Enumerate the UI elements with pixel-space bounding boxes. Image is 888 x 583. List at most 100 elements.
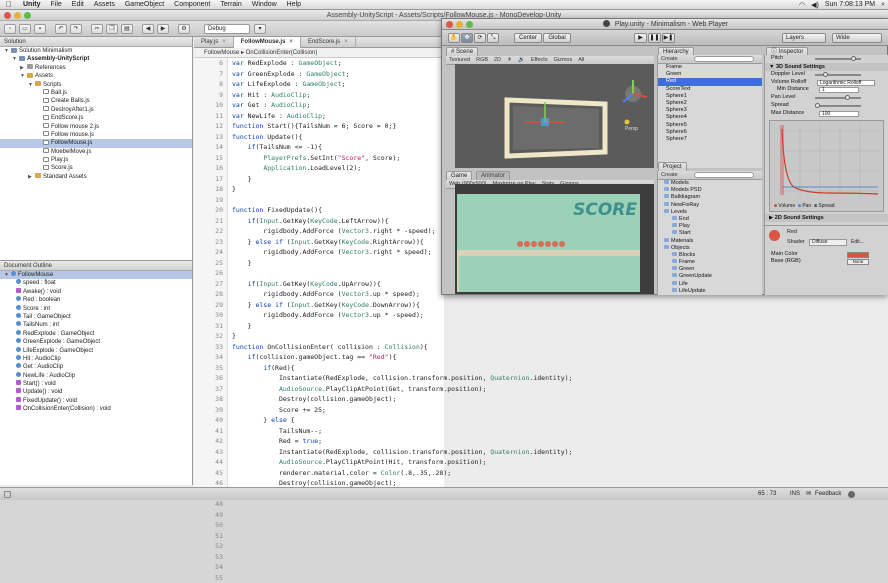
toggle-pads-icon[interactable] bbox=[4, 491, 11, 498]
code-line[interactable]: } bbox=[228, 321, 638, 332]
hierarchy-item[interactable]: Sphere4 bbox=[658, 114, 762, 121]
clock[interactable]: Sun 7:08:13 PM bbox=[822, 1, 878, 8]
disclosure-triangle-icon[interactable]: ▶ bbox=[20, 64, 27, 72]
3d-sound-settings-header[interactable]: ▼ 3D Sound Settings bbox=[765, 63, 888, 71]
redo-icon[interactable]: ↷ bbox=[70, 24, 82, 34]
tab-scene[interactable]: # Scene bbox=[446, 47, 478, 56]
user-status-icon[interactable] bbox=[848, 491, 855, 498]
outline-item[interactable]: OnCollisionEnter(Collision) : void bbox=[0, 405, 192, 413]
unity-close-button[interactable] bbox=[446, 21, 453, 28]
code-line[interactable]: } bbox=[228, 331, 638, 342]
disclosure-triangle-icon[interactable]: ▼ bbox=[28, 81, 35, 89]
unity-minimize-button[interactable] bbox=[456, 21, 463, 28]
editor-breadcrumb[interactable]: FollowMouse ▸ OnCollisionEnter(Collision… bbox=[194, 48, 444, 58]
2d-sound-settings-header[interactable]: ▶ 2D Sound Settings bbox=[765, 214, 888, 222]
code-line[interactable]: rigidbody.AddForce (Vector3.up * -speed)… bbox=[228, 310, 638, 321]
scene-view[interactable]: Persp bbox=[455, 64, 654, 168]
zoom-window-button[interactable] bbox=[24, 12, 31, 19]
code-line[interactable]: renderer.material.color = Color(.8,.35,.… bbox=[228, 468, 638, 479]
outline-item[interactable]: Get : AudioClip bbox=[0, 363, 192, 371]
scene-toolbar-item[interactable]: RGB bbox=[473, 57, 491, 63]
build-icon[interactable]: ⚙ bbox=[178, 24, 190, 34]
hierarchy-create-button[interactable]: Create bbox=[658, 56, 681, 62]
menu-item-gameobject[interactable]: GameObject bbox=[120, 1, 169, 8]
shader-edit-button[interactable]: Edit... bbox=[851, 239, 864, 245]
scene-toolbar-item[interactable]: Textured bbox=[446, 57, 473, 63]
project-item[interactable]: Balldiagram bbox=[658, 194, 762, 201]
code-line[interactable]: Score += 25; bbox=[228, 405, 638, 416]
solution-tree-item[interactable]: ▼Scripts bbox=[0, 81, 192, 89]
project-item[interactable]: Levels bbox=[658, 209, 762, 216]
disclosure-triangle-icon[interactable]: ▼ bbox=[4, 47, 11, 55]
outline-item[interactable]: Update() : void bbox=[0, 388, 192, 396]
feedback-button[interactable]: Feedback bbox=[815, 488, 841, 501]
pause-button[interactable]: ❚❚ bbox=[648, 33, 661, 43]
scene-toolbar-item[interactable]: 🔊 bbox=[515, 57, 528, 63]
doppler-slider[interactable] bbox=[815, 74, 861, 76]
main-color-swatch[interactable] bbox=[847, 252, 869, 258]
menu-item-component[interactable]: Component bbox=[169, 1, 215, 8]
hierarchy-item[interactable]: Sphere7 bbox=[658, 136, 762, 143]
code-line[interactable]: Instantiate(RedExplode, collision.transf… bbox=[228, 447, 638, 458]
solution-tree-item[interactable]: Follow mouse.js bbox=[0, 131, 192, 139]
project-item[interactable]: LifeUpdate bbox=[658, 288, 762, 295]
pivot-global-button[interactable]: Global bbox=[543, 33, 571, 43]
outline-item[interactable]: GreenExplode : GameObject bbox=[0, 338, 192, 346]
menu-item-window[interactable]: Window bbox=[247, 1, 282, 8]
code-line[interactable]: Destroy(collision.gameObject); bbox=[228, 478, 638, 487]
hierarchy-search-input[interactable] bbox=[694, 56, 754, 62]
game-view[interactable]: SCORE bbox=[455, 184, 654, 294]
disclosure-triangle-icon[interactable]: ▼ bbox=[20, 72, 27, 80]
hierarchy-item[interactable]: Sphere6 bbox=[658, 129, 762, 136]
save-icon[interactable]: ▪ bbox=[34, 24, 46, 34]
outline-item[interactable]: Tail : GameObject bbox=[0, 313, 192, 321]
project-item[interactable]: Play bbox=[658, 223, 762, 230]
cut-icon[interactable]: ✂ bbox=[91, 24, 103, 34]
pivot-center-button[interactable]: Center bbox=[514, 33, 542, 43]
wifi-icon[interactable]: ◠ bbox=[796, 1, 808, 9]
solution-tree-item[interactable]: EndScore.js bbox=[0, 114, 192, 122]
hierarchy-item[interactable]: Sphere3 bbox=[658, 107, 762, 114]
editor-tab[interactable]: FollowMouse.js× bbox=[234, 37, 301, 48]
solution-tree-item[interactable]: MoebelMove.js bbox=[0, 148, 192, 156]
hand-tool-icon[interactable]: ✋ bbox=[448, 33, 460, 43]
tab-game[interactable]: Game bbox=[446, 171, 472, 180]
project-item[interactable]: Objects bbox=[658, 245, 762, 252]
outline-item[interactable]: Hit : AudioClip bbox=[0, 355, 192, 363]
project-search-input[interactable] bbox=[694, 172, 754, 178]
max-distance-field[interactable]: 100 bbox=[819, 111, 859, 117]
new-file-icon[interactable]: ▫ bbox=[4, 24, 16, 34]
hierarchy-item[interactable]: Sphere5 bbox=[658, 122, 762, 129]
build-configuration-select[interactable]: Debug bbox=[204, 24, 250, 34]
menu-item-file[interactable]: File bbox=[46, 1, 67, 8]
scene-toolbar-item[interactable]: 2D bbox=[491, 57, 504, 63]
unity-zoom-button[interactable] bbox=[466, 21, 473, 28]
project-item[interactable]: Start bbox=[658, 230, 762, 237]
project-item[interactable]: GreenUpdate bbox=[658, 273, 762, 280]
pan-level-slider[interactable] bbox=[815, 97, 861, 99]
project-item[interactable]: Green bbox=[658, 266, 762, 273]
rolloff-graph[interactable]: ■ Volume ■ Pan ■ Spread bbox=[769, 120, 884, 212]
outline-item[interactable]: Red : boolean bbox=[0, 296, 192, 304]
outline-item[interactable]: FixedUpdate() : void bbox=[0, 397, 192, 405]
outline-item[interactable]: Awake() : void bbox=[0, 288, 192, 296]
outline-item[interactable]: TailsNum : int bbox=[0, 321, 192, 329]
project-item[interactable]: Models PSD bbox=[658, 187, 762, 194]
solution-tree-item[interactable]: DestroyAfter1.js bbox=[0, 106, 192, 114]
feedback-icon[interactable]: ✉ bbox=[806, 488, 811, 501]
back-icon[interactable]: ◀ bbox=[142, 24, 154, 34]
close-window-button[interactable] bbox=[4, 12, 11, 19]
minimize-window-button[interactable] bbox=[14, 12, 21, 19]
hierarchy-item[interactable]: Red bbox=[658, 78, 762, 85]
disclosure-triangle-icon[interactable]: ▼ bbox=[12, 55, 19, 63]
scene-toolbar-item[interactable]: All bbox=[575, 57, 587, 63]
outline-item[interactable]: Start() : void bbox=[0, 380, 192, 388]
outline-item[interactable]: ▼FollowMouse bbox=[0, 271, 192, 279]
shader-select[interactable]: Diffuse bbox=[809, 239, 847, 246]
code-line[interactable]: } else if (Input.GetKey(KeyCode.DownArro… bbox=[228, 300, 638, 311]
project-item[interactable]: Blocks bbox=[658, 252, 762, 259]
outline-item[interactable]: RedExplode : GameObject bbox=[0, 330, 192, 338]
layout-dropdown[interactable]: Wide bbox=[832, 33, 882, 43]
outline-item[interactable]: Score : int bbox=[0, 305, 192, 313]
hierarchy-item[interactable]: Sphere2 bbox=[658, 100, 762, 107]
